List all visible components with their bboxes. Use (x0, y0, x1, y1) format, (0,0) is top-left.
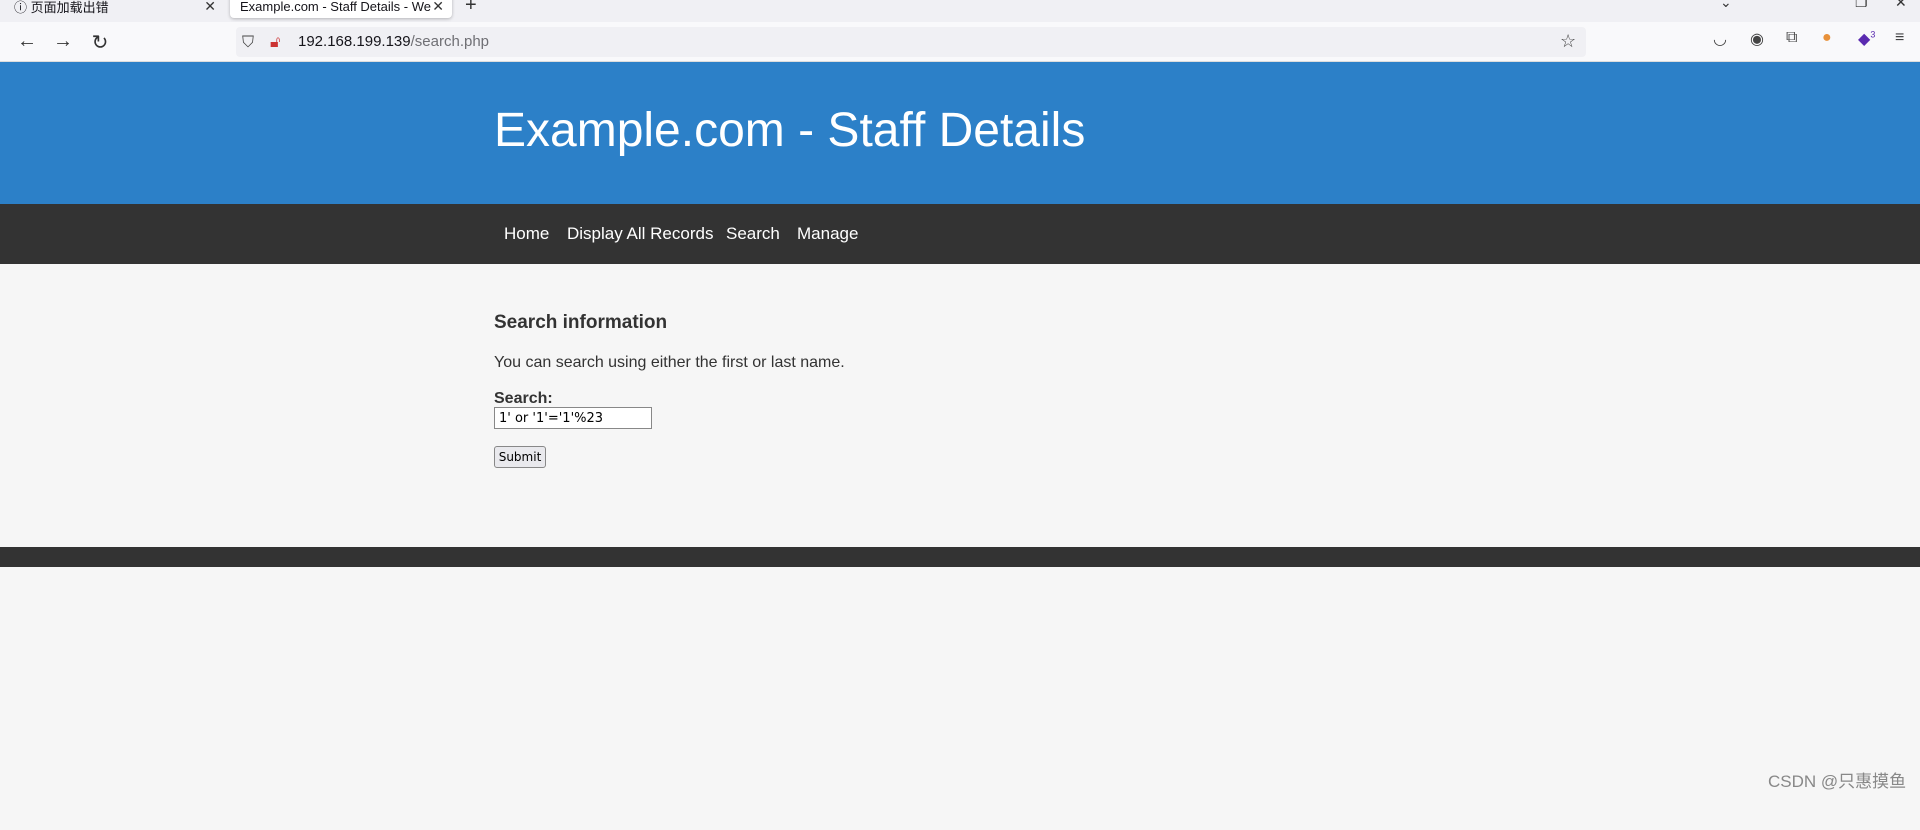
search-form: Search information You can search using … (494, 312, 845, 468)
close-icon[interactable]: ✕ (432, 0, 444, 15)
tab-error[interactable]: ⓘ 页面加载出错 ✕ (4, 0, 224, 18)
extension-blocked-icon[interactable]: ● (1822, 29, 1832, 47)
page-heading: Search information (494, 312, 668, 333)
extensions-icon[interactable]: ⧉ (1786, 29, 1797, 47)
new-tab-plus-icon[interactable]: + (465, 0, 477, 17)
tab-label: 页面加载出错 (30, 0, 109, 15)
nav-home[interactable]: Home (504, 224, 549, 244)
insecure-lock-icon[interactable]: 🔓︎ (270, 34, 280, 52)
tab-bar: ⓘ 页面加载出错 ✕ Example.com - Staff Details - … (0, 0, 1920, 22)
forward-icon[interactable]: → (51, 30, 75, 53)
site-title: Example.com - Staff Details (494, 104, 1086, 157)
extension-layers-icon[interactable]: ◆3 (1858, 29, 1875, 49)
search-input[interactable] (494, 407, 652, 429)
close-icon[interactable]: ✕ (204, 0, 216, 15)
nav-manage[interactable]: Manage (797, 224, 858, 244)
tab-label: Example.com - Staff Details - We (240, 0, 431, 14)
info-icon: ⓘ (14, 0, 31, 15)
submit-button[interactable]: Submit (494, 446, 546, 468)
nav-search[interactable]: Search (726, 224, 780, 244)
search-label: Search: (494, 390, 553, 407)
chevron-down-icon[interactable]: ⌄ (1720, 0, 1732, 11)
site-footer (0, 547, 1920, 567)
pocket-icon[interactable]: ◡ (1713, 29, 1727, 49)
nav-toolbar: ← → ↻ ⛉ 🔓︎ 192.168.199.139/search.php ☆ … (0, 22, 1920, 62)
search-description: You can search using either the first or… (494, 354, 845, 371)
site-nav: Home Display All Records Search Manage (0, 204, 1920, 264)
menu-icon[interactable]: ≡ (1895, 29, 1904, 47)
shield-icon[interactable]: ⛉ (242, 34, 254, 52)
tab-staff-details[interactable]: Example.com - Staff Details - We ✕ (230, 0, 452, 18)
watermark: CSDN @只惠摸鱼 (1768, 772, 1907, 791)
window-close-icon[interactable]: ✕ (1895, 0, 1907, 11)
reload-icon[interactable]: ↻ (88, 30, 112, 55)
nav-display-all-records[interactable]: Display All Records (567, 224, 713, 244)
site-header: Example.com - Staff Details (0, 62, 1920, 204)
account-icon[interactable]: ◉ (1750, 29, 1764, 49)
address-bar[interactable]: ⛉ 🔓︎ 192.168.199.139/search.php ☆ (236, 27, 1586, 57)
url-text: 192.168.199.139/search.php (298, 33, 490, 50)
bookmark-star-icon[interactable]: ☆ (1560, 31, 1576, 52)
restore-icon[interactable]: ❐ (1855, 0, 1868, 11)
back-icon[interactable]: ← (15, 30, 39, 53)
